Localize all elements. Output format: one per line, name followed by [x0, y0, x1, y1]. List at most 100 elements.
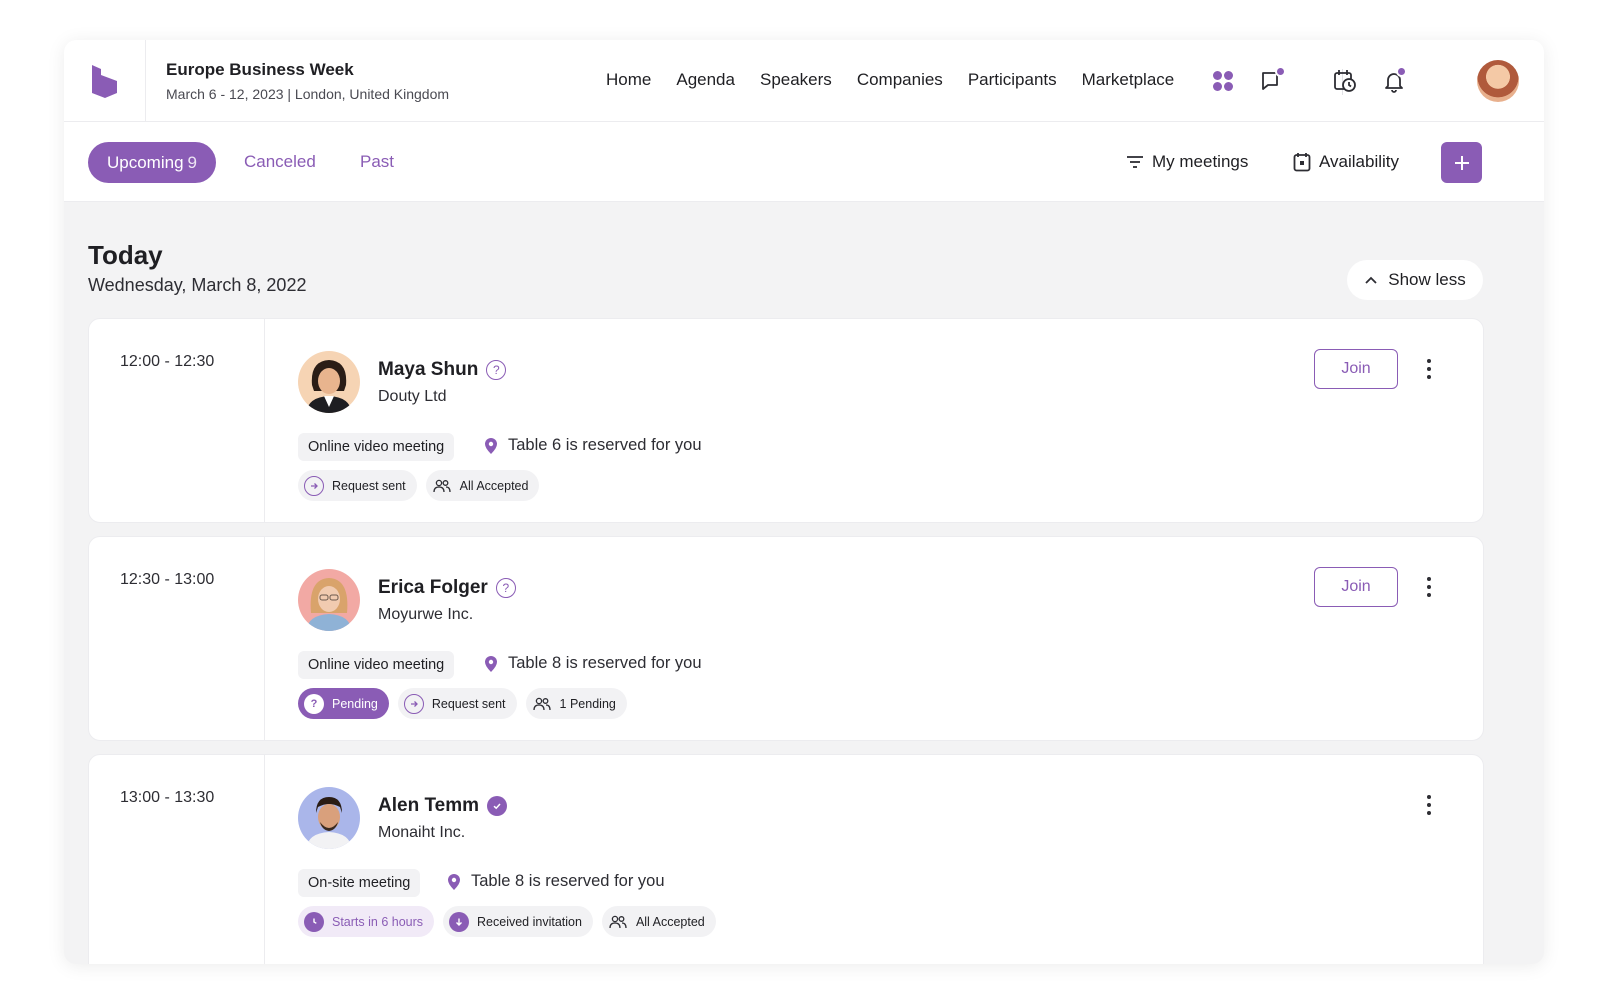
- users-icon: [432, 476, 452, 496]
- app-window: Europe Business Week March 6 - 12, 2023 …: [64, 40, 1544, 964]
- status-chip-participants: 1 Pending: [525, 688, 627, 719]
- person-name-text: Maya Shun: [378, 359, 479, 380]
- tab-canceled[interactable]: Canceled: [244, 152, 316, 172]
- table-reservation-text: Table 6 is reserved for you: [508, 436, 702, 454]
- availability-label: Availability: [1319, 152, 1400, 171]
- join-button[interactable]: Join: [1314, 567, 1398, 607]
- clock-icon: [304, 911, 324, 932]
- tab-past[interactable]: Past: [360, 152, 394, 172]
- person-company: Douty Ltd: [378, 388, 447, 405]
- event-title: Europe Business Week: [166, 60, 354, 79]
- status-chip-label: 1 Pending: [559, 696, 616, 711]
- day-date: Wednesday, March 8, 2022: [88, 275, 307, 295]
- table-reservation: Table 8 is reserved for you: [447, 872, 665, 891]
- person-name-text: Alen Temm: [378, 795, 480, 816]
- question-icon: ?: [304, 693, 324, 714]
- tab-upcoming-label: Upcoming: [107, 152, 184, 172]
- status-chip-accepted: All Accepted: [601, 906, 716, 937]
- calendar-icon: [1293, 153, 1311, 172]
- status-chip-label: Received invitation: [477, 914, 582, 929]
- nav-home[interactable]: Home: [606, 70, 651, 90]
- table-reservation: Table 8 is reserved for you: [484, 654, 702, 673]
- nav-marketplace[interactable]: Marketplace: [1082, 70, 1175, 90]
- users-icon: [608, 912, 628, 932]
- status-chip-label: All Accepted: [459, 478, 529, 493]
- verified-icon: [487, 796, 508, 816]
- person-name[interactable]: Alen Temm: [378, 795, 508, 817]
- chat-badge: [1275, 66, 1286, 77]
- question-icon: ?: [486, 360, 507, 380]
- person-company: Moyurwe Inc.: [378, 606, 474, 623]
- event-subtitle: March 6 - 12, 2023 | London, United King…: [166, 86, 450, 102]
- top-header: Europe Business Week March 6 - 12, 2023 …: [64, 40, 1544, 122]
- person-name[interactable]: Maya Shun ?: [378, 359, 507, 381]
- day-heading: Today Wednesday, March 8, 2022: [88, 240, 306, 296]
- location-pin-icon: [485, 437, 497, 454]
- nav-agenda[interactable]: Agenda: [676, 70, 735, 90]
- status-chip-received-invitation: Received invitation: [443, 906, 593, 937]
- avatar[interactable]: [298, 787, 360, 849]
- nav-speakers[interactable]: Speakers: [760, 70, 832, 90]
- more-options-icon[interactable]: [1419, 575, 1439, 599]
- calendar-clock-icon[interactable]: [1330, 66, 1360, 96]
- status-chip-starts-in: Starts in 6 hours: [298, 906, 435, 937]
- more-options-icon[interactable]: [1419, 793, 1439, 817]
- meeting-card[interactable]: 13:00 - 13:30 Alen Temm Monaiht Inc. On-…: [88, 754, 1484, 964]
- status-chip-accepted: All Accepted: [425, 470, 540, 501]
- tab-upcoming[interactable]: Upcoming 9: [88, 142, 217, 183]
- meeting-card[interactable]: 12:30 - 13:00 Erica Folger ? Moyurwe Inc…: [88, 536, 1484, 741]
- event-info: Europe Business Week March 6 - 12, 2023 …: [166, 60, 449, 102]
- arrow-right-icon: [304, 475, 324, 496]
- users-icon: [532, 694, 552, 714]
- avatar[interactable]: [298, 351, 360, 413]
- user-avatar[interactable]: [1477, 60, 1519, 102]
- more-options-icon[interactable]: [1419, 357, 1439, 381]
- person-name[interactable]: Erica Folger ?: [378, 577, 516, 599]
- nav-participants[interactable]: Participants: [968, 70, 1057, 90]
- meeting-card[interactable]: 12:00 - 12:30 Maya Shun ? Douty Ltd Onli…: [88, 318, 1484, 523]
- chat-icon[interactable]: [1257, 66, 1287, 96]
- plus-icon: [1454, 155, 1469, 170]
- show-less-label: Show less: [1388, 270, 1466, 289]
- person-name-text: Erica Folger: [378, 577, 488, 598]
- meeting-time: 13:00 - 13:30: [89, 755, 265, 964]
- status-chip-pending: ? Pending: [298, 688, 389, 719]
- status-chip-request-sent: Request sent: [397, 688, 517, 719]
- meeting-time: 12:30 - 13:00: [89, 537, 265, 740]
- meetings-toolbar: Upcoming 9 Canceled Past My meetings Ava…: [64, 122, 1544, 202]
- status-chips: Request sent All Accepted: [298, 470, 540, 501]
- bell-icon[interactable]: [1379, 66, 1409, 96]
- status-chip-request-sent: Request sent: [298, 470, 417, 501]
- avatar[interactable]: [298, 569, 360, 631]
- main-nav: Home Agenda Speakers Companies Participa…: [606, 70, 1174, 90]
- my-meetings-label: My meetings: [1152, 152, 1249, 171]
- show-less-button[interactable]: Show less: [1347, 260, 1483, 300]
- logo[interactable]: [64, 40, 146, 122]
- notification-badge: [1396, 66, 1407, 77]
- join-button[interactable]: Join: [1314, 349, 1398, 389]
- availability-button[interactable]: Availability: [1293, 152, 1399, 172]
- status-chip-label: Request sent: [332, 478, 406, 493]
- location-pin-icon: [448, 873, 460, 890]
- table-reservation: Table 6 is reserved for you: [484, 436, 702, 455]
- table-reservation-text: Table 8 is reserved for you: [508, 654, 702, 672]
- table-reservation-text: Table 8 is reserved for you: [471, 872, 665, 890]
- arrow-right-icon: [403, 693, 424, 714]
- nav-companies[interactable]: Companies: [857, 70, 943, 90]
- apps-icon[interactable]: [1208, 66, 1238, 96]
- arrow-down-icon: [449, 911, 470, 932]
- status-chip-label: Pending: [332, 696, 378, 711]
- chevron-up-icon: [1365, 276, 1377, 284]
- add-meeting-button[interactable]: [1441, 142, 1482, 183]
- my-meetings-filter[interactable]: My meetings: [1126, 152, 1248, 172]
- meeting-type-badge: Online video meeting: [298, 651, 455, 679]
- logo-icon: [91, 65, 117, 98]
- status-chips: ? Pending Request sent 1 Pending: [298, 688, 627, 719]
- person-company: Monaiht Inc.: [378, 824, 466, 841]
- status-chip-label: Starts in 6 hours: [332, 914, 424, 929]
- meeting-type-badge: On-site meeting: [298, 869, 421, 897]
- tab-upcoming-count: 9: [187, 152, 198, 172]
- question-icon: ?: [495, 578, 516, 598]
- day-title: Today: [88, 240, 163, 270]
- status-chip-label: All Accepted: [635, 914, 705, 929]
